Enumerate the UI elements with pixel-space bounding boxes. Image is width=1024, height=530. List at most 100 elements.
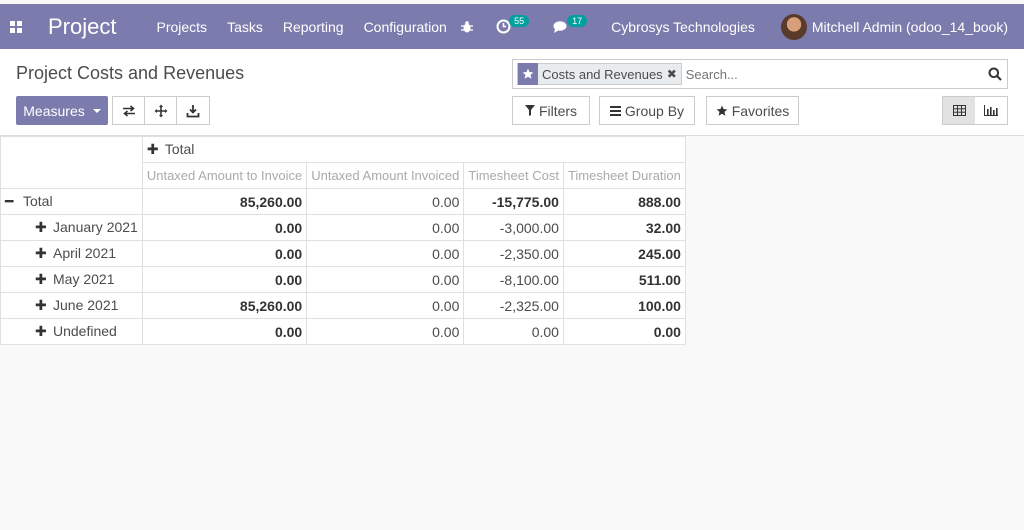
menu-projects[interactable]: Projects — [156, 19, 207, 35]
plus-icon: ✚ — [35, 219, 47, 235]
groupby-button[interactable]: Group By — [599, 96, 695, 125]
flip-axis-button[interactable] — [113, 97, 145, 124]
pivot-table: ✚ Total Untaxed Amount to Invoice Untaxed… — [0, 136, 686, 345]
bars-icon — [609, 105, 621, 116]
cell[interactable]: -15,775.00 — [463, 188, 564, 215]
cell[interactable]: 245.00 — [562, 240, 686, 267]
avatar — [780, 13, 807, 40]
cell[interactable]: 0.00 — [141, 318, 308, 345]
cell[interactable]: 32.00 — [562, 214, 686, 241]
plus-icon: ✚ — [35, 271, 47, 287]
view-switcher — [942, 96, 1008, 125]
download-icon — [186, 104, 200, 117]
bar-chart-icon — [984, 105, 998, 116]
row-label: Undefined — [53, 323, 117, 339]
filter-icon — [524, 105, 535, 116]
row-header[interactable]: ✚ January 2021 — [0, 214, 143, 241]
cell[interactable]: 100.00 — [562, 292, 686, 319]
star-icon — [716, 105, 728, 117]
row-label: April 2021 — [53, 245, 117, 261]
table-row: ✚ June 2021 85,260.00 0.00 -2,325.00 100.… — [0, 292, 686, 319]
star-icon — [518, 63, 538, 85]
plus-icon: ✚ — [35, 323, 47, 339]
facet-remove-icon[interactable]: ✖ — [667, 67, 681, 81]
main-menu: Projects Tasks Reporting Configuration — [156, 19, 466, 35]
pivot-corner — [0, 136, 143, 189]
cell[interactable]: 0.00 — [306, 292, 465, 319]
row-header[interactable]: ✚ April 2021 — [0, 240, 143, 267]
favorites-label: Favorites — [731, 102, 790, 119]
search-facet[interactable]: Costs and Revenues ✖ — [517, 63, 682, 85]
row-label: June 2021 — [53, 297, 119, 313]
row-label: May 2021 — [53, 271, 115, 287]
menu-configuration[interactable]: Configuration — [364, 19, 447, 35]
cell[interactable]: -8,100.00 — [463, 266, 564, 293]
cell[interactable]: 0.00 — [306, 214, 465, 241]
cell[interactable]: 888.00 — [562, 188, 686, 215]
company-switcher[interactable]: Cybrosys Technologies — [611, 19, 755, 35]
debug-bug-icon[interactable] — [460, 20, 474, 34]
cell[interactable]: -3,000.00 — [463, 214, 564, 241]
search-bar[interactable]: Costs and Revenues ✖ — [512, 59, 1008, 89]
pivot-tools — [112, 96, 210, 125]
cell[interactable]: 0.00 — [141, 214, 308, 241]
row-header[interactable]: ✚ June 2021 — [0, 292, 143, 319]
table-icon — [952, 105, 966, 116]
table-row: ✚ May 2021 0.00 0.00 -8,100.00 511.00 — [0, 266, 686, 293]
user-menu[interactable]: Mitchell Admin (odoo_14_book) — [780, 13, 1008, 40]
expand-all-button[interactable] — [145, 97, 177, 124]
minus-icon: ━ — [5, 193, 14, 209]
search-icon[interactable] — [983, 67, 1007, 81]
plus-icon: ✚ — [146, 141, 159, 157]
measures-button[interactable]: Measures — [16, 96, 108, 125]
menu-reporting[interactable]: Reporting — [283, 19, 344, 35]
table-row: ✚ January 2021 0.00 0.00 -3,000.00 32.00 — [0, 214, 686, 241]
row-header[interactable]: ✚ Undefined — [0, 318, 143, 345]
row-header-total[interactable]: ━ Total — [0, 188, 143, 215]
measure-header[interactable]: Untaxed Amount Invoiced — [306, 162, 465, 189]
cell[interactable]: -2,325.00 — [463, 292, 564, 319]
cell[interactable]: 0.00 — [463, 318, 564, 345]
cell[interactable]: 0.00 — [306, 318, 465, 345]
download-button[interactable] — [177, 97, 209, 124]
cell[interactable]: 0.00 — [562, 318, 686, 345]
measure-header[interactable]: Timesheet Duration — [562, 162, 686, 189]
page-title: Project Costs and Revenues — [16, 63, 245, 83]
arrows-icon — [154, 104, 167, 117]
cell[interactable]: 0.00 — [306, 188, 465, 215]
caret-down-icon — [92, 108, 101, 113]
cell[interactable]: 0.00 — [141, 266, 308, 293]
apps-menu-button[interactable] — [0, 4, 32, 49]
exchange-icon — [122, 104, 135, 117]
cell[interactable]: 0.00 — [306, 240, 465, 267]
plus-icon: ✚ — [35, 297, 47, 313]
search-input[interactable] — [681, 61, 983, 87]
filters-button[interactable]: Filters — [512, 96, 590, 125]
messages-chat-icon[interactable]: 17 — [553, 14, 589, 34]
cell[interactable]: 511.00 — [562, 266, 686, 293]
cell[interactable]: 85,260.00 — [141, 188, 308, 215]
measures-label: Measures — [23, 102, 85, 119]
groupby-label: Group By — [624, 102, 685, 119]
row-header[interactable]: ✚ May 2021 — [0, 266, 143, 293]
menu-tasks[interactable]: Tasks — [227, 19, 263, 35]
cell[interactable]: 0.00 — [306, 266, 465, 293]
pivot-view-button[interactable] — [943, 97, 975, 124]
cell[interactable]: 85,260.00 — [141, 292, 308, 319]
cell[interactable]: -2,350.00 — [463, 240, 564, 267]
measure-header[interactable]: Timesheet Cost — [463, 162, 564, 189]
plus-icon: ✚ — [35, 245, 47, 261]
activity-clock-icon[interactable]: 55 — [496, 14, 531, 34]
col-header-total[interactable]: ✚ Total — [141, 136, 686, 163]
control-panel: Project Costs and Revenues Costs and Rev… — [0, 49, 1024, 136]
app-brand[interactable]: Project — [48, 14, 116, 40]
cell[interactable]: 0.00 — [141, 240, 308, 267]
measure-header[interactable]: Untaxed Amount to Invoice — [141, 162, 308, 189]
graph-view-button[interactable] — [975, 97, 1007, 124]
table-row-total: ━ Total 85,260.00 0.00 -15,775.00 888.00 — [0, 188, 686, 215]
favorites-button[interactable]: Favorites — [706, 96, 799, 125]
user-name: Mitchell Admin (odoo_14_book) — [811, 18, 1008, 35]
col-header-label: Total — [164, 141, 195, 157]
apps-grid-icon — [10, 20, 22, 33]
activity-badge: 55 — [509, 14, 530, 27]
